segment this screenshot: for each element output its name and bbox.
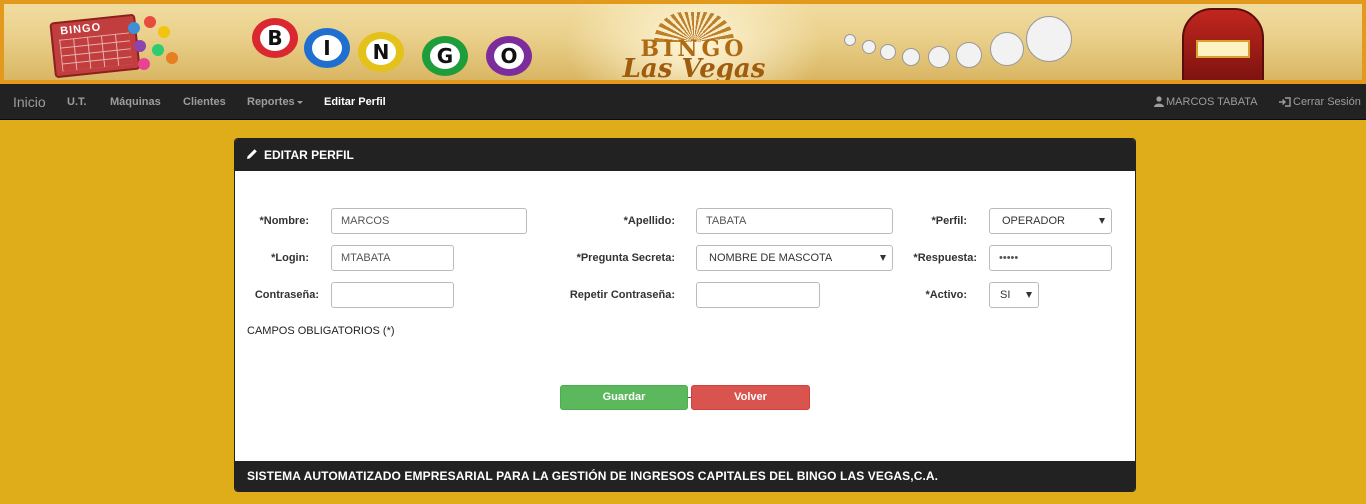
- select-arrow-icon: [1026, 292, 1032, 298]
- apellido-input[interactable]: [696, 208, 893, 234]
- user-icon: [1154, 96, 1164, 107]
- bingo-las-vegas-logo: BINGO Las Vegas: [604, 10, 784, 80]
- nav-clients-link[interactable]: Clientes: [183, 84, 226, 120]
- bingo-ball-o: O: [486, 36, 532, 76]
- bingo-ball-b: B: [252, 18, 298, 58]
- bingo-chips-graphic: [124, 16, 184, 76]
- bingo-ball-n: N: [358, 32, 404, 72]
- back-button[interactable]: Volver: [691, 385, 810, 410]
- contrasena-input[interactable]: [331, 282, 454, 308]
- nav-home-link[interactable]: Inicio: [13, 84, 46, 120]
- user-name: MARCOS TABATA: [1166, 96, 1258, 108]
- bingo-ball-i: I: [304, 28, 350, 68]
- activo-label: *Activo:: [925, 289, 967, 301]
- perfil-select[interactable]: OPERADOR: [989, 208, 1112, 234]
- pregunta-secreta-label: *Pregunta Secreta:: [576, 252, 675, 264]
- activo-select[interactable]: SI: [989, 282, 1039, 308]
- repetir-contrasena-label: Repetir Contraseña:: [569, 289, 675, 301]
- contrasena-label: Contraseña:: [254, 289, 319, 301]
- pencil-icon: [247, 149, 257, 159]
- save-button[interactable]: Guardar: [560, 385, 688, 410]
- nav-user-link[interactable]: MARCOS TABATA: [1154, 84, 1257, 120]
- nav-reports-dropdown[interactable]: Reportes: [247, 84, 303, 120]
- nav-ut-link[interactable]: U.T.: [67, 84, 87, 120]
- panel-title: EDITAR PERFIL: [264, 148, 354, 162]
- select-arrow-icon: [1099, 218, 1105, 224]
- perfil-selected-value: OPERADOR: [1002, 215, 1065, 227]
- header-banner: BINGO B I N G O BINGO Las Vegas: [0, 0, 1366, 84]
- nav-edit-profile-link[interactable]: Editar Perfil: [324, 84, 386, 120]
- nav-machines-link[interactable]: Máquinas: [110, 84, 161, 120]
- main-navbar: Inicio U.T. Máquinas Clientes Reportes E…: [0, 84, 1366, 120]
- respuesta-input[interactable]: [989, 245, 1112, 271]
- slot-machine-graphic: [1182, 8, 1264, 80]
- nombre-input[interactable]: [331, 208, 527, 234]
- bingo-ball-g: G: [422, 36, 468, 76]
- caret-down-icon: [296, 100, 303, 104]
- lottery-balls-graphic: [844, 14, 1084, 78]
- apellido-label: *Apellido:: [623, 215, 675, 227]
- required-fields-note: CAMPOS OBLIGATORIOS (*): [247, 325, 395, 337]
- pregunta-selected-value: NOMBRE DE MASCOTA: [709, 252, 833, 264]
- logout-label: Cerrar Sesión: [1293, 96, 1361, 108]
- pregunta-secreta-select[interactable]: NOMBRE DE MASCOTA: [696, 245, 893, 271]
- panel-heading: EDITAR PERFIL: [235, 139, 1135, 171]
- panel-footer: SISTEMA AUTOMATIZADO EMPRESARIAL PARA LA…: [235, 461, 1135, 491]
- sign-out-icon: [1279, 97, 1291, 107]
- edit-profile-panel: EDITAR PERFIL *Nombre: *Apellido: *Perfi…: [234, 138, 1136, 492]
- logout-link[interactable]: Cerrar Sesión: [1279, 84, 1361, 120]
- respuesta-label: *Respuesta:: [913, 252, 977, 264]
- login-input[interactable]: [331, 245, 454, 271]
- activo-selected-value: SI: [1000, 289, 1011, 301]
- select-arrow-icon: [880, 255, 886, 261]
- nombre-label: *Nombre:: [259, 215, 309, 227]
- login-label: *Login:: [271, 252, 309, 264]
- nav-reports-label: Reportes: [247, 96, 295, 108]
- perfil-label: *Perfil:: [931, 215, 967, 227]
- repetir-contrasena-input[interactable]: [696, 282, 820, 308]
